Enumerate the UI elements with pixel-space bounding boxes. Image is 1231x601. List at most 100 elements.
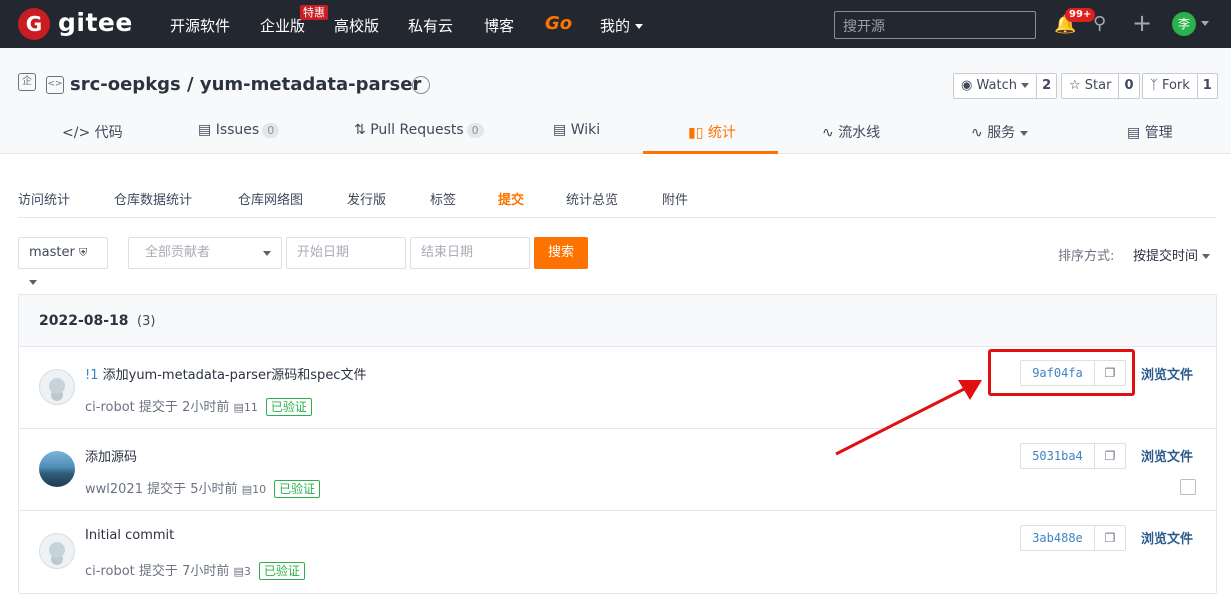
tab-issues-label: Issues — [215, 122, 260, 138]
commit-sha[interactable]: 3ab488e — [1021, 526, 1095, 550]
comment-count[interactable]: 11 — [244, 401, 258, 414]
browse-files-link[interactable]: 浏览文件 — [1141, 446, 1193, 465]
avatar[interactable] — [39, 451, 75, 487]
tab-services-label: 服务 — [987, 125, 1016, 141]
watch-label: Watch — [976, 78, 1017, 93]
star-label: Star — [1084, 78, 1112, 93]
start-date-input[interactable]: 开始日期 — [286, 237, 406, 269]
chart-icon: ▮▯ — [688, 125, 704, 141]
subnav-repo-data[interactable]: 仓库数据统计 — [114, 189, 192, 208]
commit-author[interactable]: ci-robot — [85, 400, 135, 415]
contributor-placeholder: 全部贡献者 — [145, 245, 211, 260]
nav-go[interactable]: Go — [545, 13, 572, 34]
subnav-visit-stats[interactable]: 访问统计 — [18, 189, 70, 208]
star-button[interactable]: ☆ Star — [1061, 73, 1120, 99]
nav-mine[interactable]: 我的 — [600, 15, 643, 36]
commit-meta: ci-robot 提交于 2小时前 ▤11 已验证 — [85, 396, 312, 416]
avatar[interactable] — [39, 369, 75, 405]
tab-code[interactable]: </> 代码 — [62, 122, 123, 142]
chevron-down-icon — [1019, 130, 1028, 136]
tab-wiki[interactable]: ▤ Wiki — [553, 122, 600, 138]
annotation-highlight-box — [988, 349, 1135, 396]
star-icon: ☆ — [1069, 78, 1081, 93]
manage-icon: ▤ — [1127, 125, 1141, 141]
watch-count[interactable]: 2 — [1037, 73, 1058, 99]
commit-message[interactable]: !1 添加yum-metadata-parser源码和spec文件 — [85, 364, 366, 383]
commit-word: 提交于 — [147, 482, 187, 497]
nav-blog[interactable]: 博客 — [484, 15, 514, 36]
lightbulb-icon[interactable]: ⚲ — [1093, 13, 1106, 34]
user-avatar[interactable]: 李 — [1172, 12, 1196, 36]
tab-statistics[interactable]: ▮▯ 统计 — [688, 122, 736, 142]
contributor-select[interactable]: 全部贡献者 — [128, 237, 282, 269]
watch-button[interactable]: ◉ Watch — [953, 73, 1038, 99]
tab-manage[interactable]: ▤ 管理 — [1127, 122, 1173, 142]
gitee-logo-icon[interactable]: G — [18, 8, 50, 40]
commit-meta: ci-robot 提交于 7小时前 ▤3 已验证 — [85, 560, 305, 580]
nav-university[interactable]: 高校版 — [334, 15, 379, 36]
repo-title[interactable]: src-oepkgs / yum-metadata-parser — [70, 74, 421, 95]
tab-statistics-label: 统计 — [707, 125, 736, 141]
commit-checkbox[interactable] — [1180, 479, 1196, 495]
watch-button-group: ◉ Watch 2 — [953, 73, 1058, 99]
verified-badge: 已验证 — [274, 480, 321, 498]
commit-row: Initial commit ci-robot 提交于 7小时前 ▤3 已验证 3… — [19, 511, 1216, 593]
global-search-input[interactable]: 搜开源 — [834, 11, 1036, 39]
subnav-releases[interactable]: 发行版 — [347, 189, 386, 208]
issues-count-badge: 0 — [262, 123, 280, 138]
nav-private-cloud[interactable]: 私有云 — [408, 15, 453, 36]
copy-icon[interactable]: ❐ — [1095, 526, 1125, 550]
verified-badge: 已验证 — [265, 398, 312, 416]
pipeline-icon: ∿ — [822, 125, 834, 141]
commit-sha[interactable]: 5031ba4 — [1021, 444, 1095, 468]
fork-count[interactable]: 1 — [1197, 73, 1218, 99]
tab-wiki-label: Wiki — [570, 122, 601, 138]
sort-select[interactable]: 按提交时间 — [1133, 245, 1211, 264]
brand-name[interactable]: gitee — [58, 8, 133, 37]
wiki-icon: ▤ — [553, 122, 567, 138]
nav-enterprise[interactable]: 企业版 — [260, 15, 305, 36]
subnav-tags[interactable]: 标签 — [430, 189, 456, 208]
recommend-badge-icon — [412, 76, 430, 94]
subnav-overview[interactable]: 统计总览 — [566, 189, 618, 208]
commit-message[interactable]: 添加源码 — [85, 446, 137, 465]
copy-icon[interactable]: ❐ — [1095, 444, 1125, 468]
star-button-group: ☆ Star 0 — [1061, 73, 1140, 99]
comment-count[interactable]: 10 — [252, 483, 266, 496]
user-menu-chevron-icon[interactable] — [1201, 21, 1209, 26]
commit-message[interactable]: Initial commit — [85, 528, 174, 543]
subnav-network[interactable]: 仓库网络图 — [238, 189, 303, 208]
top-navbar: G gitee 开源软件 企业版 特惠 高校版 私有云 博客 Go 我的 搜开源… — [0, 0, 1231, 48]
commit-message-text: 添加yum-metadata-parser源码和spec文件 — [102, 368, 367, 383]
comment-count[interactable]: 3 — [244, 565, 251, 578]
commit-time: 7小时前 — [182, 564, 230, 579]
search-button[interactable]: 搜索 — [534, 237, 588, 269]
commit-author[interactable]: wwl2021 — [85, 482, 143, 497]
end-date-input[interactable]: 结束日期 — [410, 237, 530, 269]
pr-link[interactable]: !1 — [85, 368, 98, 383]
avatar[interactable] — [39, 533, 75, 569]
nav-opensource[interactable]: 开源软件 — [170, 15, 230, 36]
subnav-divider — [18, 217, 1217, 218]
repo-header — [0, 48, 1231, 154]
promo-badge: 特惠 — [300, 5, 328, 20]
tab-pull-requests[interactable]: ⇅ Pull Requests 0 — [354, 122, 484, 138]
notification-count-badge: 99+ — [1065, 8, 1096, 22]
browse-files-link[interactable]: 浏览文件 — [1141, 364, 1193, 383]
browse-files-link[interactable]: 浏览文件 — [1141, 528, 1193, 547]
chevron-down-icon — [1202, 254, 1211, 259]
tab-pipeline[interactable]: ∿ 流水线 — [822, 122, 880, 142]
subnav-commits[interactable]: 提交 — [498, 189, 524, 208]
commit-time: 5小时前 — [190, 482, 238, 497]
tab-manage-label: 管理 — [1144, 125, 1173, 141]
star-count[interactable]: 0 — [1119, 73, 1140, 99]
plus-icon[interactable]: + — [1132, 9, 1152, 37]
branch-select[interactable]: master ⛨ — [18, 237, 108, 285]
subnav-attachments[interactable]: 附件 — [662, 189, 688, 208]
tab-services[interactable]: ∿ 服务 — [971, 122, 1028, 142]
code-icon: </> — [62, 125, 91, 141]
commit-author[interactable]: ci-robot — [85, 564, 135, 579]
sort-label: 排序方式: — [1058, 249, 1115, 264]
tab-issues[interactable]: ▤ Issues 0 — [198, 122, 280, 138]
fork-button[interactable]: ᛉ Fork — [1142, 73, 1198, 99]
